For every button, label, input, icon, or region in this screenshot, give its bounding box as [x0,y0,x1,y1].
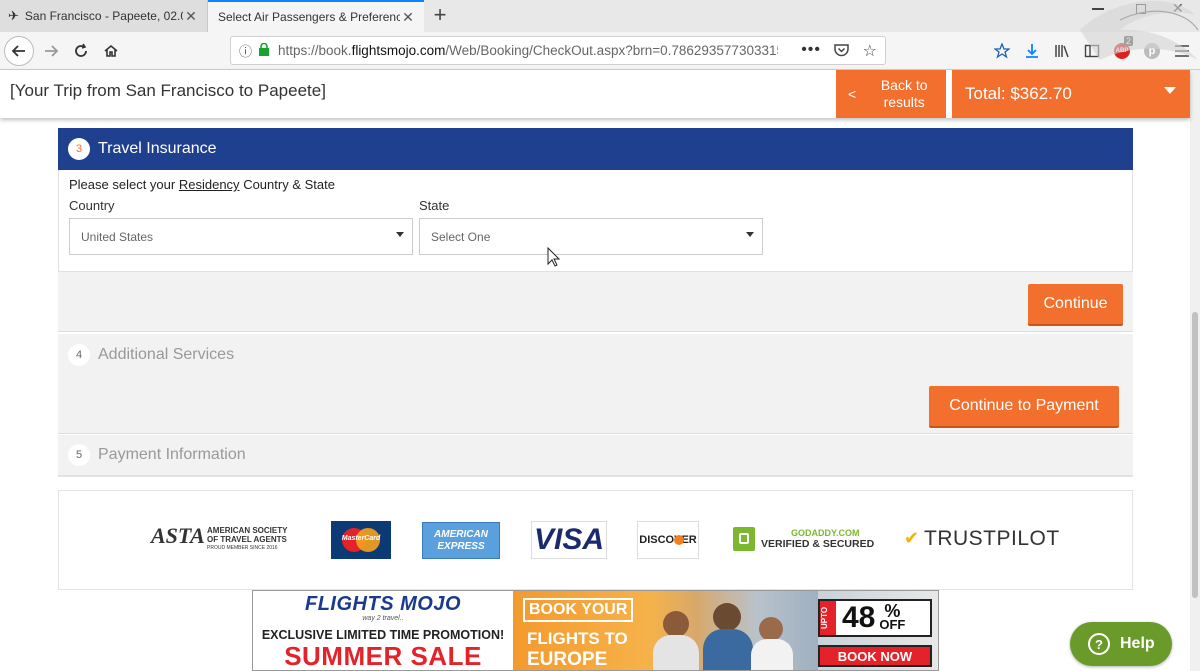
country-value: United States [81,229,154,244]
bookmark-star-icon[interactable]: ☆ [863,41,877,61]
chevron-left-icon: < [848,86,857,102]
tab-title: Select Air Passengers & Preference [218,10,400,24]
download-icon[interactable] [1018,36,1046,66]
state-value: Select One [431,229,491,244]
back-label-line2: results [883,94,925,110]
total-price: Total: $362.70 [965,84,1072,103]
info-icon[interactable]: ⓘ [239,41,252,60]
close-icon[interactable]: ✕ [183,8,199,25]
american-express-logo: AMERICAN EXPRESS [422,522,500,559]
home-icon[interactable] [96,36,126,66]
caret-down-icon [746,232,754,237]
back-to-results-button[interactable]: < Back to results [836,70,946,118]
step-number: 5 [68,444,90,466]
state-select[interactable]: Select One [419,218,763,255]
payment-information-header[interactable]: 5 Payment Information [58,435,1133,477]
trustpilot-logo: ✔ TRUSTPILOT [904,527,1060,550]
travel-insurance-footer: Continue [58,272,1133,332]
ad-percent-value: 48 [842,601,876,634]
forward-arrow-icon[interactable] [36,36,66,66]
additional-services-header[interactable]: 4 Additional Services [58,334,1133,376]
maximize-icon[interactable] [1136,4,1146,14]
section-title: Payment Information [98,446,246,463]
more-dots-icon[interactable]: ••• [801,41,821,59]
browser-tab-passengers[interactable]: Select Air Passengers & Preference ✕ [208,0,424,32]
url-text: https://book.flightsmojo.com/Web/Booking… [278,43,779,58]
reading-list-star-icon[interactable] [988,36,1016,66]
summer-sale-banner-ad[interactable]: FLIGHTS MOJO way 2 travel.. EXCLUSIVE LI… [252,590,939,671]
window-close-icon[interactable]: ✕ [1172,0,1184,17]
new-tab-icon[interactable]: + [428,4,452,28]
reload-icon[interactable] [66,36,96,66]
ad-book-your: BOOK YOUR [523,598,634,622]
ad-discount-badge: UPTO 48 % OFF [818,599,932,637]
ad-book-now-button[interactable]: BOOK NOW [818,645,932,667]
ad-promo-text: EXCLUSIVE LIMITED TIME PROMOTION! [261,628,505,642]
ad-europe: EUROPE [527,649,608,670]
total-price-button[interactable]: Total: $362.70 [952,70,1190,118]
step-number: 4 [68,344,90,366]
godaddy-verified-logo: GODADDY.COM VERIFIED & SECURED [733,527,874,553]
browser-tab-strip: ✈ San Francisco - Papeete, 02.04 ✕ Selec… [0,0,1200,32]
section-title: Travel Insurance [98,140,217,157]
ad-upto: UPTO [820,601,836,635]
browser-toolbar: ⓘ https://book.flightsmojo.com/Web/Booki… [0,32,1200,70]
ad-percent-sign: % [884,601,901,621]
sidebar-icon[interactable] [1078,36,1106,66]
question-icon: ? [1088,633,1110,655]
travel-insurance-form: Please select your Residency Country & S… [58,170,1133,272]
step-number: 3 [68,138,90,160]
trip-title: [Your Trip from San Francisco to Papeete… [10,81,326,100]
caret-down-icon [1164,87,1176,94]
adblock-icon[interactable]: ABP 2 [1108,36,1136,66]
help-label: Help [1120,635,1155,652]
discover-logo: DISCOVER [637,521,699,559]
travel-insurance-header[interactable]: 3 Travel Insurance [58,128,1133,170]
visa-logo: VISA [531,521,607,559]
page-scrollbar-thumb[interactable] [1192,312,1198,598]
minimize-icon[interactable] [1092,8,1104,10]
state-label: State [419,198,450,213]
library-icon[interactable] [1048,36,1076,66]
ad-tagline: way 2 travel.. [362,615,404,622]
residency-link[interactable]: Residency [179,177,240,192]
mouse-cursor-icon [547,247,561,267]
address-bar[interactable]: ⓘ https://book.flightsmojo.com/Web/Booki… [230,36,886,65]
mastercard-logo: MasterCard [331,521,391,559]
asta-logo: ASTA AMERICAN SOCIETY OF TRAVEL AGENTS P… [151,523,288,551]
pinterest-icon[interactable]: p [1138,36,1166,66]
trust-logos-strip: ASTA AMERICAN SOCIETY OF TRAVEL AGENTS P… [58,490,1133,590]
help-button[interactable]: ? Help [1070,622,1172,666]
airplane-icon: ✈ [8,8,19,23]
menu-icon[interactable] [1168,36,1196,66]
trip-header-bar: [Your Trip from San Francisco to Papeete… [0,70,1190,118]
pocket-icon[interactable] [834,43,849,60]
country-label: Country [69,198,115,213]
back-arrow-icon[interactable] [4,36,34,66]
caret-down-icon [396,232,404,237]
tab-title: San Francisco - Papeete, 02.04 [24,9,183,23]
notification-badge: 2 [1124,36,1134,46]
residency-prompt: Please select your Residency Country & S… [69,177,335,192]
check-icon: ✔ [904,528,920,548]
ad-off: OFF [879,617,906,632]
additional-services-footer: Continue to Payment [58,376,1133,434]
ad-brand-logo: FLIGHTS MOJO [305,593,461,615]
ad-flights-to: FLIGHTS TO [527,629,628,648]
ad-sale-text: SUMMER SALE [284,641,482,671]
section-title: Additional Services [98,346,235,363]
browser-tab-flight-search[interactable]: ✈ San Francisco - Papeete, 02.04 ✕ [0,0,208,32]
close-icon[interactable]: ✕ [400,9,416,26]
continue-to-payment-button[interactable]: Continue to Payment [929,386,1119,426]
continue-button[interactable]: Continue [1028,284,1123,324]
lock-icon [258,42,270,59]
country-select[interactable]: United States [69,218,413,255]
back-label-line1: Back to [880,77,928,93]
ad-travel-photo: BOOK YOUR FLIGHTS TO EUROPE [513,591,818,670]
